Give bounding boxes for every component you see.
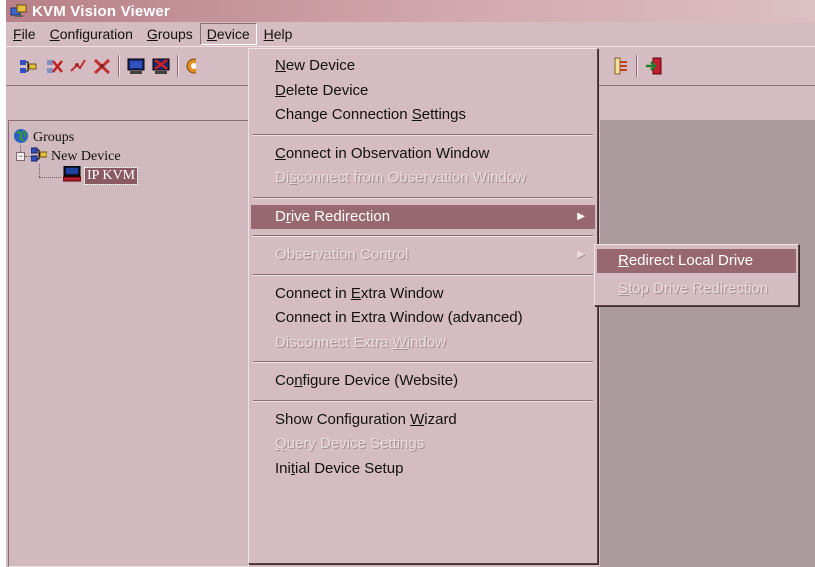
menu-file[interactable]: File bbox=[6, 23, 43, 45]
monitor-icon[interactable] bbox=[126, 56, 146, 76]
menu-item-observation-control: Observation Control ▶ bbox=[251, 243, 595, 268]
menu-separator bbox=[253, 399, 593, 402]
tree-label-groups: Groups bbox=[33, 130, 75, 145]
menu-item-label: Delete Device bbox=[275, 81, 369, 99]
device-tree[interactable]: Groups − New Device IP KVM bbox=[8, 120, 249, 567]
kvm-app-icon bbox=[10, 3, 28, 19]
menu-item-label: Configure Device (Website) bbox=[275, 372, 459, 389]
menu-separator bbox=[253, 133, 593, 136]
menu-item-new-device[interactable]: New Device bbox=[251, 54, 595, 79]
menu-item-disconnect-extra-window: Disconnect Extra Window bbox=[251, 331, 595, 356]
menu-item-connect-in-observation-window[interactable]: Connect in Observation Window bbox=[251, 142, 595, 167]
menu-item-label: Show Configuration Wizard bbox=[275, 410, 457, 428]
menu-item-drive-redirection[interactable]: Drive Redirection ▶ bbox=[251, 204, 595, 229]
menu-item-change-connection-settings[interactable]: Change Connection Settings bbox=[251, 103, 595, 128]
menu-item-label: Disconnect Extra Window bbox=[275, 333, 446, 351]
menu-item-delete-device[interactable]: Delete Device bbox=[251, 79, 595, 104]
kvm-device-icon bbox=[62, 165, 82, 187]
monitor-close-icon[interactable] bbox=[151, 56, 171, 76]
tree-expander-minus[interactable]: − bbox=[16, 152, 25, 161]
menu-item-connect-in-extra-window-advanced[interactable]: Connect in Extra Window (advanced) bbox=[251, 306, 595, 331]
tree-label-ip-kvm: IP KVM bbox=[83, 167, 139, 185]
toolbar-separator bbox=[177, 55, 179, 77]
menu-separator bbox=[253, 196, 593, 199]
menu-bar: File Configuration Groups Device Help bbox=[6, 22, 815, 46]
device-menu-dropdown: New Device Delete Device Change Connection… bbox=[248, 48, 598, 564]
options-icon[interactable] bbox=[184, 56, 196, 76]
menu-configuration[interactable]: Configuration bbox=[43, 23, 140, 45]
tree-item-ip-kvm[interactable]: IP KVM bbox=[62, 165, 139, 187]
menu-separator bbox=[253, 235, 593, 237]
tree-connector bbox=[39, 177, 61, 178]
disconnect-icon[interactable] bbox=[92, 56, 112, 76]
title-bar[interactable]: KVM Vision Viewer bbox=[6, 0, 815, 22]
menu-device[interactable]: Device bbox=[199, 23, 257, 45]
menu-item-label: Disconnect from Observation Window bbox=[275, 169, 526, 186]
menu-item-label: Connect in Observation Window bbox=[275, 144, 490, 162]
menu-item-connect-in-extra-window[interactable]: Connect in Extra Window bbox=[251, 282, 595, 307]
menu-item-label: Observation Control bbox=[275, 246, 409, 263]
menu-item-show-configuration-wizard[interactable]: Show Configuration Wizard bbox=[251, 408, 595, 433]
globe-icon bbox=[13, 128, 29, 149]
menu-separator bbox=[253, 273, 593, 276]
menu-item-label: New Device bbox=[275, 57, 356, 74]
submenu-item-redirect-local-drive[interactable]: Redirect Local Drive bbox=[597, 249, 796, 273]
delete-device-icon[interactable] bbox=[44, 56, 64, 76]
tree-connector bbox=[39, 164, 40, 177]
submenu-arrow-icon: ▶ bbox=[577, 249, 585, 260]
tree-label-new-device: New Device bbox=[51, 149, 121, 164]
menu-item-label: Change Connection Settings bbox=[275, 106, 466, 123]
menu-item-query-device-settings: Query Device Settings bbox=[251, 432, 595, 457]
connect-icon[interactable] bbox=[68, 56, 88, 76]
tree-icon[interactable] bbox=[612, 56, 632, 76]
menu-help[interactable]: Help bbox=[257, 23, 300, 45]
menu-item-label: Connect in Extra Window bbox=[275, 284, 444, 302]
menu-item-disconnect-from-observation-window: Disconnect from Observation Window bbox=[251, 166, 595, 191]
tree-item-new-device[interactable]: New Device bbox=[30, 147, 121, 166]
exit-icon[interactable] bbox=[644, 56, 664, 76]
submenu-arrow-icon: ▶ bbox=[577, 210, 585, 222]
toolbar-separator bbox=[636, 55, 638, 77]
menu-item-label: Drive Redirection bbox=[275, 207, 391, 225]
tree-item-groups[interactable]: Groups bbox=[13, 128, 75, 149]
toolbar-separator bbox=[118, 55, 120, 77]
window-title: KVM Vision Viewer bbox=[32, 2, 170, 20]
drive-redirection-submenu: Redirect Local Drive Stop Drive Redirecti… bbox=[594, 244, 799, 306]
menu-separator bbox=[253, 361, 593, 363]
menu-item-label: Initial Device Setup bbox=[275, 459, 404, 477]
menu-groups[interactable]: Groups bbox=[140, 23, 200, 45]
workspace-pane bbox=[600, 120, 815, 567]
new-device-icon[interactable] bbox=[18, 56, 38, 76]
menu-item-configure-device-website[interactable]: Configure Device (Website) bbox=[251, 369, 595, 394]
menu-item-label: Connect in Extra Window (advanced) bbox=[275, 309, 523, 326]
menu-item-label: Query Device Settings bbox=[275, 435, 425, 452]
submenu-item-stop-drive-redirection: Stop Drive Redirection bbox=[618, 280, 769, 297]
menu-item-initial-device-setup[interactable]: Initial Device Setup bbox=[251, 457, 595, 482]
